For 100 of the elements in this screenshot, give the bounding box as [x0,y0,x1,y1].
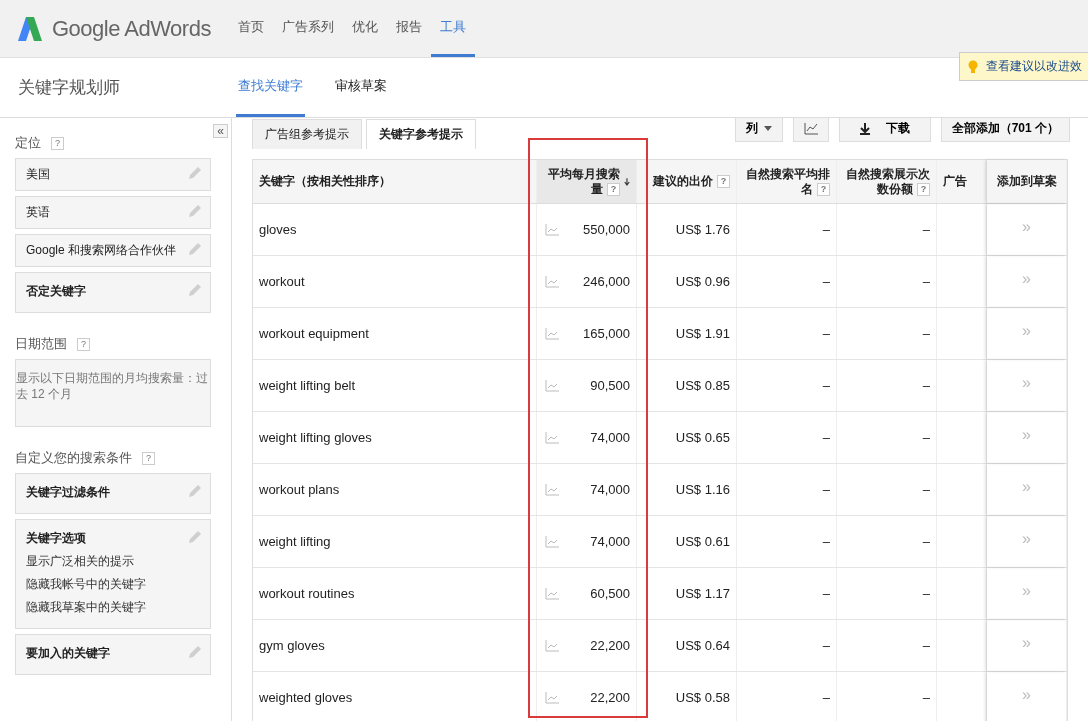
nav-tab[interactable]: 报告 [386,0,431,57]
page-tab[interactable]: 审核草案 [333,58,389,117]
column-title: 添加到草案 [996,174,1057,189]
setting-card[interactable]: 美国 [15,158,211,191]
bid-cell: US$ 1.91 [675,326,730,341]
help-icon[interactable]: ? [917,182,930,196]
setting-option: 隐藏我帐号中的关键字 [26,576,146,593]
bid-cell: US$ 0.96 [675,274,730,289]
column-title: 建议的出价 ? [653,174,730,189]
share-cell: – [922,690,930,705]
pencil-icon[interactable] [188,484,202,498]
rank-cell: – [822,222,830,237]
setting-card[interactable]: 显示以下日期范围的月均搜索量：过去 12 个月 [15,359,211,427]
trend-icon[interactable] [545,587,559,600]
trend-icon[interactable] [545,275,559,288]
share-cell: – [922,638,930,653]
trend-icon[interactable] [545,327,559,340]
help-icon[interactable]: ? [77,337,90,351]
help-icon[interactable]: ? [51,136,64,150]
setting-label: 英语 [26,204,50,221]
pencil-icon[interactable] [188,645,202,659]
share-cell: – [922,482,930,497]
column-title: 广告 [943,174,967,189]
bid-cell: US$ 1.16 [675,482,730,497]
share-cell: – [922,378,930,393]
section-heading: 自定义您的搜索条件 [15,449,132,467]
share-cell: – [922,586,930,601]
tip-banner[interactable]: 查看建议以改进效 [959,52,1088,81]
trend-icon[interactable] [545,691,559,704]
bid-cell: US$ 0.58 [675,690,730,705]
keyword-cell: workout [259,274,305,289]
nav-tab[interactable]: 优化 [342,0,387,57]
volume-cell: 74,000 [590,482,630,497]
keyword-cell: weight lifting gloves [259,430,372,445]
sort-down-icon [624,176,630,187]
column-header[interactable]: 广告 [937,160,987,203]
section-heading: 日期范围 [15,335,67,353]
rank-cell: – [822,274,830,289]
nav-tab[interactable]: 广告系列 [272,0,343,57]
setting-card[interactable]: 否定关键字 [15,272,211,313]
pencil-icon[interactable] [188,530,202,544]
pencil-icon[interactable] [188,204,202,218]
rank-cell: – [822,690,830,705]
column-header[interactable]: 平均每月搜索量 ? [537,160,637,203]
results-tab[interactable]: 关键字参考提示 [366,119,476,149]
rank-cell: – [822,482,830,497]
trend-icon[interactable] [545,535,559,548]
setting-card[interactable]: 要加入的关键字 [15,634,211,675]
share-cell: – [922,534,930,549]
column-header[interactable]: 自然搜索展示次数份额 ? [837,160,937,203]
bid-cell: US$ 0.85 [675,378,730,393]
help-icon[interactable]: ? [717,175,730,189]
help-icon[interactable]: ? [817,182,830,196]
share-cell: – [922,222,930,237]
column-title: 自然搜索平均排名 ? [745,166,830,197]
volume-cell: 74,000 [590,430,630,445]
tip-link[interactable]: 查看建议以改进效 [986,58,1082,75]
logo-icon [16,14,44,43]
nav-tab[interactable]: 首页 [228,0,273,57]
chart-button[interactable] [792,118,829,142]
nav-tab[interactable]: 工具 [430,0,475,57]
chart-icon [803,122,818,135]
trend-icon[interactable] [545,223,559,236]
download-button[interactable]: 下载 [838,118,931,142]
setting-card[interactable]: 关键字过滤条件 [15,473,211,514]
bid-cell: US$ 0.65 [675,430,730,445]
add-all-button[interactable]: 全部添加（701 个） [940,118,1070,142]
keyword-cell: gym gloves [259,638,325,653]
setting-card[interactable]: 英语 [15,196,211,229]
column-header[interactable]: 添加到草案 [987,160,1067,203]
volume-cell: 550,000 [583,222,630,237]
keyword-cell: weight lifting [259,534,331,549]
share-cell: – [922,326,930,341]
rank-cell: – [822,586,830,601]
volume-cell: 246,000 [583,274,630,289]
setting-option: 显示广泛相关的提示 [26,553,146,570]
volume-cell: 90,500 [590,378,630,393]
caret-icon [763,126,772,131]
rank-cell: – [822,430,830,445]
column-title: 关键字（按相关性排序） [259,174,391,189]
column-header[interactable]: 自然搜索平均排名 ? [737,160,837,203]
trend-icon[interactable] [545,483,559,496]
help-icon[interactable]: ? [607,182,621,196]
trend-icon[interactable] [545,379,559,392]
column-header[interactable]: 建议的出价 ? [637,160,737,203]
keyword-cell: weighted gloves [259,690,353,705]
trend-icon[interactable] [545,639,559,652]
keyword-cell: workout plans [259,482,340,497]
setting-card[interactable]: Google 和搜索网络合作伙伴 [15,234,211,267]
keyword-cell: gloves [259,222,297,237]
trend-icon[interactable] [545,431,559,444]
help-icon[interactable]: ? [142,451,155,465]
pencil-icon[interactable] [188,166,202,180]
collapse-button[interactable]: « [213,124,228,138]
bid-cell: US$ 0.64 [675,638,730,653]
results-tab[interactable]: 广告组参考提示 [252,119,362,149]
pencil-icon[interactable] [188,242,202,256]
setting-card[interactable]: 关键字选项 显示广泛相关的提示 隐藏我帐号中的关键字 隐藏我草案中的关键字 [15,519,211,629]
columns-button[interactable]: 列 [734,118,783,142]
pencil-icon[interactable] [188,283,202,297]
